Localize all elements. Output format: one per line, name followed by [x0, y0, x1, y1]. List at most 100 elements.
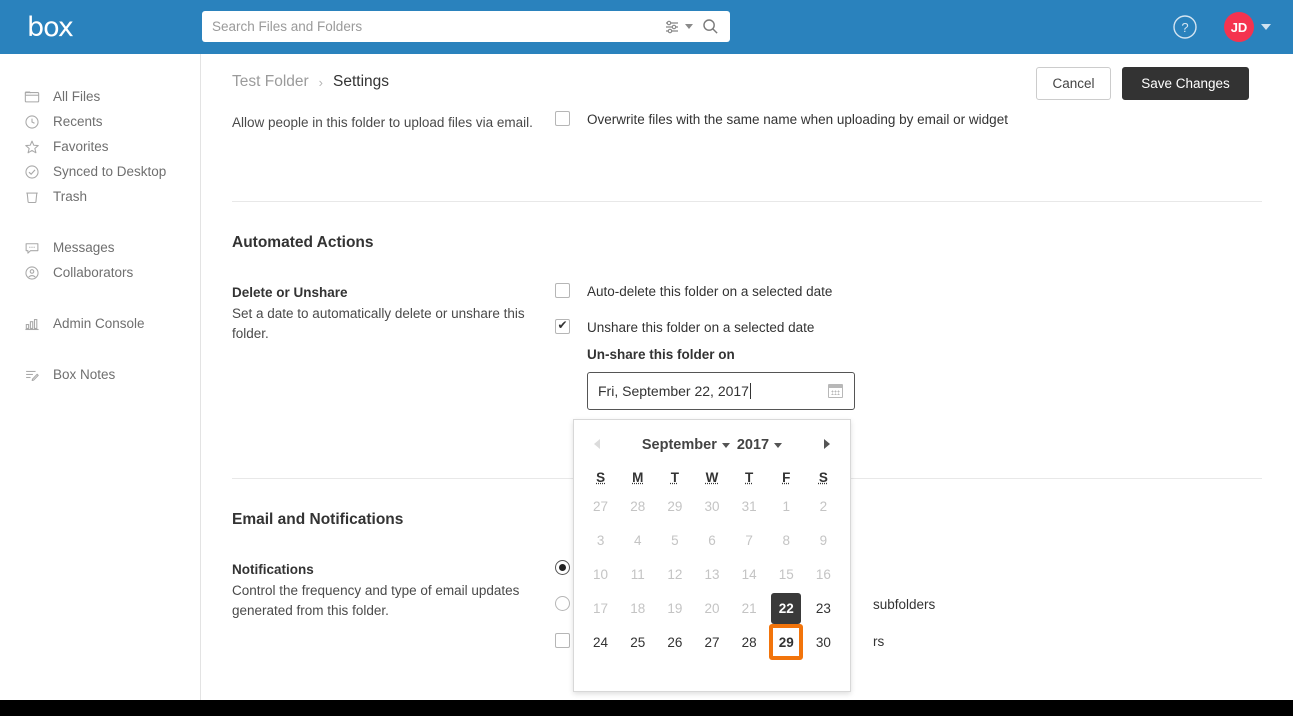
save-changes-button[interactable]: Save Changes [1122, 67, 1249, 100]
delete-unshare-description-column: Delete or Unshare Set a date to automati… [232, 283, 555, 410]
notifications-radio-2[interactable] [555, 596, 570, 611]
delete-unshare-options-column: Auto-delete this folder on a selected da… [555, 283, 1262, 410]
calendar-day-27[interactable]: 27 [693, 625, 730, 659]
breadcrumb-bar: Test Folder › Settings Cancel Save Chang… [201, 54, 1293, 110]
upload-email-description: Allow people in this folder to upload fi… [232, 115, 533, 130]
weekday-header-row: S M T W T F S [574, 470, 850, 485]
calendar-day-29[interactable]: 29 [768, 624, 805, 660]
calendar-day-label: 2 [819, 498, 828, 514]
box-logo[interactable]: box [27, 12, 107, 43]
calendar-day-label: 29 [667, 498, 683, 514]
sidebar-divider-space [0, 336, 200, 362]
unshare-label: Unshare this folder on a selected date [587, 320, 815, 335]
weekday-label: T [670, 470, 679, 485]
sidebar-item-label: Collaborators [53, 265, 134, 280]
sidebar-item-admin-console[interactable]: Admin Console [0, 311, 200, 336]
calendar-day-11: 11 [619, 557, 656, 591]
chevron-down-icon[interactable] [685, 24, 693, 29]
chevron-left-icon[interactable] [594, 439, 600, 449]
calendar-day-label: 17 [593, 600, 609, 616]
sidebar-item-box-notes[interactable]: Box Notes [0, 362, 200, 387]
clock-icon [25, 114, 39, 129]
calendar-day-2: 2 [805, 489, 842, 523]
cancel-button[interactable]: Cancel [1036, 67, 1111, 100]
overwrite-files-label: Overwrite files with the same name when … [587, 112, 1008, 127]
user-menu[interactable]: JD [1224, 12, 1271, 42]
sidebar-item-label: Recents [53, 114, 103, 129]
calendar-day-label: 11 [630, 566, 645, 582]
calendar-day-25[interactable]: 25 [619, 625, 656, 659]
calendar-day-29: 29 [656, 489, 693, 523]
sidebar-item-recents[interactable]: Recents [0, 109, 200, 134]
calendar-day-label: 13 [704, 566, 720, 582]
breadcrumb-parent[interactable]: Test Folder [232, 73, 309, 91]
calendar-day-grid[interactable]: 27 28 29 30 31 1 2 3 4 5 6 7 8 9 10 11 12 13 14 15 16 17 18 19 2… [574, 489, 850, 660]
weekday-label: W [705, 470, 719, 485]
auto-delete-option[interactable]: Auto-delete this folder on a selected da… [555, 283, 1262, 300]
month-selector[interactable]: September [642, 437, 730, 453]
viewport-bottom-letterbox [0, 700, 1293, 716]
person-circle-icon [25, 265, 39, 280]
calendar-day-1: 1 [768, 489, 805, 523]
calendar-day-label: 27 [593, 498, 609, 514]
sidebar-item-collaborators[interactable]: Collaborators [0, 260, 200, 285]
check-circle-icon [25, 164, 39, 179]
date-picker-popup[interactable]: September 2017 S M T W T F S 27 28 29 30 31 1… [573, 419, 851, 692]
calendar-day-22[interactable]: 22 [768, 591, 805, 625]
overwrite-files-option[interactable]: Overwrite files with the same name when … [555, 111, 1262, 128]
sidebar-item-label: Favorites [53, 139, 109, 154]
calendar-day-label: 27 [704, 634, 720, 650]
year-selector[interactable]: 2017 [737, 437, 783, 453]
bar-chart-icon [25, 318, 39, 330]
sidebar-item-trash[interactable]: Trash [0, 184, 200, 209]
calendar-day-label: 1 [782, 498, 791, 514]
sidebar-item-messages[interactable]: Messages [0, 235, 200, 260]
month-label: September [641, 437, 717, 453]
unshare-date-field-label: Un-share this folder on [587, 347, 735, 362]
trash-icon [26, 192, 38, 203]
sidebar-item-all-files[interactable]: All Files [0, 84, 200, 109]
sidebar-divider-space [0, 209, 200, 235]
sidebar: All Files Recents Favorites Synced to De… [0, 54, 201, 700]
unshare-option[interactable]: Unshare this folder on a selected date [555, 318, 1262, 336]
calendar-day-15: 15 [768, 557, 805, 591]
sidebar-item-label: Box Notes [53, 367, 116, 382]
sidebar-item-synced-to-desktop[interactable]: Synced to Desktop [0, 159, 200, 184]
sliders-icon[interactable] [664, 19, 680, 35]
calendar-day-28[interactable]: 28 [731, 625, 768, 659]
auto-delete-checkbox[interactable] [555, 283, 570, 298]
calendar-day-16: 16 [805, 557, 842, 591]
notifications-radio-1[interactable] [555, 560, 570, 575]
sidebar-item-label: All Files [53, 89, 101, 104]
chevron-right-icon[interactable] [824, 439, 830, 449]
search-icon[interactable] [702, 18, 719, 35]
auto-delete-label: Auto-delete this folder on a selected da… [587, 284, 833, 299]
calendar-icon[interactable] [828, 384, 843, 398]
settings-actions: Cancel Save Changes [1036, 67, 1249, 100]
calendar-day-18: 18 [619, 591, 656, 625]
overwrite-files-checkbox[interactable] [555, 111, 570, 126]
calendar-day-30[interactable]: 30 [805, 625, 842, 659]
weekday-label: S [596, 470, 606, 485]
help-circle-icon[interactable]: ? [1172, 14, 1198, 40]
notifications-description-column: Notifications Control the frequency and … [232, 560, 555, 669]
avatar[interactable]: JD [1224, 12, 1254, 42]
calendar-day-8: 8 [768, 523, 805, 557]
chevron-down-icon[interactable] [1261, 24, 1271, 30]
search-bar[interactable] [202, 11, 730, 42]
sidebar-item-favorites[interactable]: Favorites [0, 134, 200, 159]
calendar-day-20: 20 [693, 591, 730, 625]
page-title: Settings [333, 73, 390, 90]
sidebar-item-label: Trash [53, 189, 88, 204]
calendar-day-26[interactable]: 26 [656, 625, 693, 659]
unshare-date-input[interactable]: Fri, September 22, 2017 [587, 372, 855, 410]
search-input[interactable] [202, 12, 664, 41]
calendar-day-23[interactable]: 23 [805, 591, 842, 625]
unshare-checkbox[interactable] [555, 318, 570, 334]
search-bar-icons [664, 18, 730, 35]
automated-actions-section: Automated Actions Delete or Unshare Set … [201, 202, 1293, 410]
calendar-day-24[interactable]: 24 [582, 625, 619, 659]
sidebar-divider-space [0, 285, 200, 311]
notifications-checkbox-3[interactable] [555, 633, 570, 648]
calendar-day-label: 10 [593, 566, 609, 582]
